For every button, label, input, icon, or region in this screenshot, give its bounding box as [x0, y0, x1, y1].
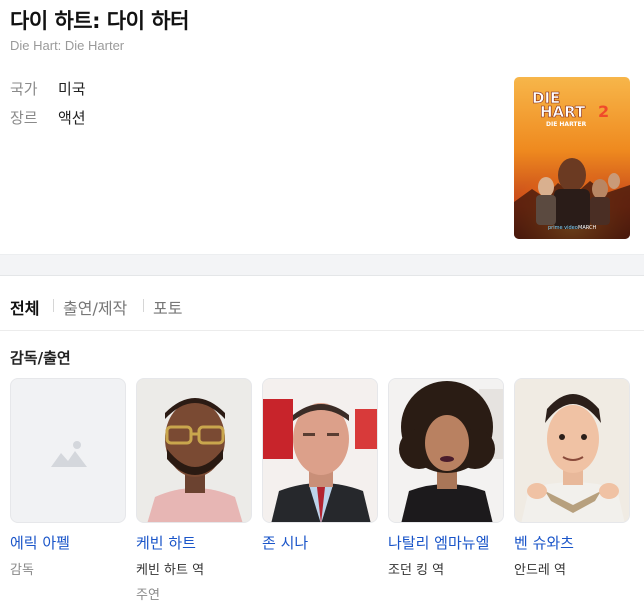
person-card[interactable]: 케빈 하트 케빈 하트 역 주연: [136, 378, 252, 603]
tab-cast-crew[interactable]: 출연/제작: [63, 295, 127, 319]
person-role: 감독: [10, 563, 34, 578]
country-label: 국가: [10, 80, 38, 98]
movie-original-title: Die Hart: Die Harter: [10, 38, 125, 53]
poster-image: DIE HART 2 DIE HARTER prime video MARCH: [514, 77, 630, 239]
movie-header: 다이 하트: 다이 하터 Die Hart: Die Harter 국가 미국 장…: [0, 0, 644, 254]
person-card[interactable]: 나탈리 엠마뉴엘 조던 킹 역: [388, 378, 504, 578]
poster-title-number: 2: [598, 102, 609, 121]
tab-photos[interactable]: 포토: [153, 295, 182, 319]
genre-label: 장르: [10, 109, 38, 127]
tab-divider: [53, 299, 54, 312]
section-divider: [0, 254, 644, 276]
person-card[interactable]: 에릭 아펠 감독: [10, 378, 126, 578]
person-photo[interactable]: [388, 378, 504, 523]
person-name[interactable]: 벤 슈와츠: [514, 532, 630, 553]
person-name[interactable]: 에릭 아펠: [10, 532, 126, 553]
info-row-country: 국가 미국: [10, 78, 86, 99]
tab-all[interactable]: 전체: [10, 295, 39, 319]
person-photo[interactable]: [262, 378, 378, 523]
person-photo[interactable]: [136, 378, 252, 523]
poster-badge-left: prime video: [548, 225, 578, 231]
person-photo-image: [515, 379, 629, 522]
person-role: 안드레 역: [514, 563, 566, 578]
person-photo-image: [389, 379, 503, 522]
person-photo-placeholder[interactable]: [10, 378, 126, 523]
person-billing: 주연: [136, 588, 160, 603]
person-role: 케빈 하트 역: [136, 563, 205, 578]
image-placeholder-icon: [51, 441, 87, 467]
person-role: 조던 킹 역: [388, 563, 445, 578]
person-name[interactable]: 나탈리 엠마뉴엘: [388, 532, 504, 553]
genre-value: 액션: [58, 109, 86, 127]
info-row-genre: 장르 액션: [10, 107, 86, 128]
person-card[interactable]: 존 시나: [262, 378, 378, 553]
country-value: 미국: [58, 80, 86, 98]
tab-bar: 전체 출연/제작 포토: [0, 276, 644, 331]
person-name[interactable]: 존 시나: [262, 532, 378, 553]
movie-title: 다이 하트: 다이 하터: [10, 9, 189, 33]
poster-subtitle: DIE HARTER: [546, 121, 587, 128]
poster-badge-right: MARCH: [578, 225, 596, 231]
person-photo-image: [137, 379, 251, 522]
person-card[interactable]: 벤 슈와츠 안드레 역: [514, 378, 630, 578]
person-name[interactable]: 케빈 하트: [136, 532, 252, 553]
cast-section-title: 감독/출연: [10, 349, 71, 367]
movie-poster[interactable]: DIE HART 2 DIE HARTER prime video MARCH: [514, 77, 630, 239]
person-photo-image: [263, 379, 377, 522]
person-photo[interactable]: [514, 378, 630, 523]
tab-divider: [143, 299, 144, 312]
poster-title-line2: HART: [540, 103, 586, 121]
